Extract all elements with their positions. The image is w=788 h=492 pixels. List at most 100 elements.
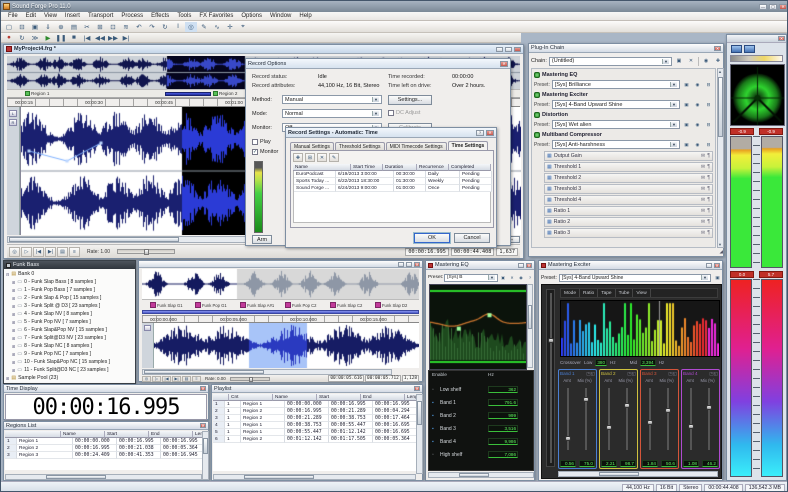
region-marker[interactable]: Region 2 [213, 91, 237, 96]
plugin-header[interactable]: Distortion [534, 110, 713, 119]
automation-param-row[interactable]: ▦ Ratio 3 ✉ ¶ [544, 228, 713, 238]
menu-item[interactable]: Options [237, 13, 266, 19]
region-row[interactable]: 3 Region 300:00:24.409 00:00:41.35300:00… [5, 452, 207, 459]
doc1-titlebar[interactable]: MyProject4.frg * [4, 45, 523, 54]
dialog-close-button[interactable]: ✕ [500, 61, 508, 67]
save-preset-icon[interactable]: ▣ [499, 274, 507, 282]
expand-icon[interactable]: ⊞ [6, 376, 9, 381]
horizontal-scrollbar[interactable] [5, 474, 202, 480]
automation-param-row[interactable]: ▦ Ratio 1 ✉ ¶ [544, 206, 713, 216]
band-bypass-icon[interactable]: ◱ [673, 371, 677, 377]
record-icon[interactable]: ● [3, 33, 15, 42]
loop-icon[interactable]: ▤ [182, 376, 191, 382]
vertical-scrollbar[interactable]: ▲ ▼ [717, 68, 724, 248]
bypass-all-icon[interactable]: ◉ [701, 57, 711, 66]
save-icon[interactable]: ▣ [29, 22, 41, 32]
mastering-exciter-titlebar[interactable]: Mastering Exciter ✕ [539, 261, 722, 270]
playlist-row[interactable]: 4 1Region 1 00:00:38.75300:00:55.447 00:… [213, 422, 421, 429]
preset-select[interactable]: [Sys] Wet alien▼ [552, 120, 680, 129]
enable-checkbox[interactable]: ▫ [432, 452, 440, 458]
zoom-tool-icon[interactable]: ⌖ [237, 22, 249, 32]
envelope-icon[interactable]: ✉ [701, 153, 705, 159]
stop-icon[interactable]: ■ [68, 33, 80, 42]
save-preset-icon[interactable]: ▣ [713, 274, 722, 282]
loop-bar[interactable] [142, 310, 419, 314]
automation-param-row[interactable]: ▦ Threshold 3 ✉ ¶ [544, 184, 713, 194]
play-all-icon[interactable]: ≫ [29, 33, 41, 42]
tree-item[interactable]: ⊞ ▭ 11 - Funk Split@D3 NC [ 23 samples ] [12, 366, 135, 374]
automation-icon[interactable]: ¶ [707, 164, 710, 170]
save-all-icon[interactable]: ⇓ [42, 22, 54, 32]
column-header[interactable]: Completed [449, 164, 491, 171]
preset-select[interactable]: [Sys] Anti-harshness▼ [552, 140, 680, 149]
edit-tool-icon[interactable]: I [172, 22, 184, 32]
loop-icon[interactable]: ▤ [57, 247, 68, 257]
remove-plugin-icon[interactable]: ⊟ [704, 121, 713, 129]
tree-item[interactable]: ⊞ ▭ 7 - Funk Split@D3 NV [ 23 samples ] [12, 334, 135, 342]
vertical-scrollbar[interactable] [202, 431, 209, 480]
column-header[interactable]: Cnt [229, 394, 273, 401]
print-icon[interactable]: ▤ [68, 22, 80, 32]
menu-item[interactable]: View [40, 13, 61, 19]
preset-select[interactable]: [Sys] 4-Band Upward Shine▼ [559, 274, 711, 282]
expand-icon[interactable]: ⊞ [12, 360, 15, 365]
playlist-row[interactable]: 6 1Region 2 00:01:12.14200:01:17.505 00:… [213, 436, 421, 443]
record-icon[interactable]: ◎ [142, 376, 151, 382]
mastering-eq-titlebar[interactable]: Mastering EQ ✕ [426, 261, 534, 270]
method-select[interactable]: Manual▼ [282, 95, 382, 104]
expand-icon[interactable]: ⊞ [12, 344, 15, 349]
funk-bass-titlebar[interactable]: Funk Bass [4, 261, 135, 269]
panel-pin-button[interactable] [706, 263, 712, 268]
exciter-mode-button[interactable]: View [633, 289, 650, 297]
column-header[interactable]: End [149, 431, 193, 438]
doc-maximize-button[interactable] [505, 47, 512, 52]
mix-fader[interactable] [626, 388, 628, 450]
column-header[interactable]: Name [61, 431, 105, 438]
output-fader[interactable] [546, 289, 555, 467]
preset-select[interactable]: [Sys] Brilliance▼ [552, 80, 680, 89]
record-settings-titlebar[interactable]: Record Settings - Automatic: Time ? ✕ [286, 128, 496, 138]
event-tool-icon[interactable]: ✛ [224, 22, 236, 32]
delete-schedule-icon[interactable]: ✕ [317, 153, 327, 162]
playlist-row[interactable]: 2 1Region 2 00:00:16.99500:00:21.289 00:… [213, 408, 421, 415]
vertical-scrollbar[interactable] [527, 284, 533, 368]
help-icon[interactable]: ? [526, 274, 534, 282]
publish-icon[interactable]: ⊕ [55, 22, 67, 32]
region-row[interactable]: 1 Region 100:00:00.000 00:00:16.99500:00… [5, 438, 207, 445]
maximize-button[interactable]: ▢ [769, 4, 777, 10]
menu-item[interactable]: Tools [173, 13, 195, 19]
column-header[interactable]: Duration [383, 164, 417, 171]
new-file-icon[interactable]: ▢ [3, 22, 15, 32]
redo-icon[interactable]: ↷ [146, 22, 158, 32]
region-row[interactable]: 2 Region 200:00:16.995 00:00:21.03800:00… [5, 445, 207, 452]
envelope-icon[interactable]: ✉ [701, 208, 705, 214]
amt-value[interactable]: 1.84 [642, 460, 658, 467]
amt-value[interactable]: 1.08 [683, 460, 699, 467]
tree-item[interactable]: ⊞ ▭ 5 - Funk Pop NV [ 7 samples ] [12, 318, 135, 326]
envelope-icon[interactable]: ✉ [701, 219, 705, 225]
chain-select[interactable]: (Untitled)▼ [549, 57, 672, 66]
sample-region-marker[interactable]: Funk Pop G1 [195, 300, 240, 310]
amt-fader[interactable] [567, 388, 569, 450]
sample-region-marker[interactable]: Funk Slap A#1 [240, 300, 285, 310]
automation-icon[interactable]: ¶ [707, 153, 710, 159]
time-ruler[interactable]: 00:00:00.00000:00:05.00000:00:10.00000:0… [142, 315, 419, 323]
paste-icon[interactable]: ⊡ [107, 22, 119, 32]
mix-fader[interactable] [708, 388, 710, 450]
amt-value[interactable]: 2.21 [601, 460, 617, 467]
column-header[interactable]: Start [317, 394, 361, 401]
horizontal-scrollbar[interactable] [558, 471, 718, 477]
exciter-mode-button[interactable]: Tube [616, 289, 634, 297]
go-to-start-icon[interactable]: |◀ [162, 376, 171, 382]
amt-fader[interactable] [649, 388, 651, 450]
expand-icon[interactable]: ⊞ [12, 304, 15, 309]
expand-icon[interactable]: ⊞ [12, 320, 15, 325]
eq-band-row[interactable]: ▪ Band 1 791.6 [432, 396, 530, 409]
loop-playback-icon[interactable]: ↻ [16, 33, 28, 42]
expand-icon[interactable]: ⊞ [12, 336, 15, 341]
meters-titlebar[interactable]: ✕ [727, 35, 786, 43]
amt-value[interactable]: 0.56 [560, 460, 576, 467]
mix-value[interactable]: 98.7 [620, 460, 636, 467]
expand-icon[interactable]: ⊞ [12, 368, 15, 373]
record-icon[interactable]: ◎ [9, 247, 20, 257]
